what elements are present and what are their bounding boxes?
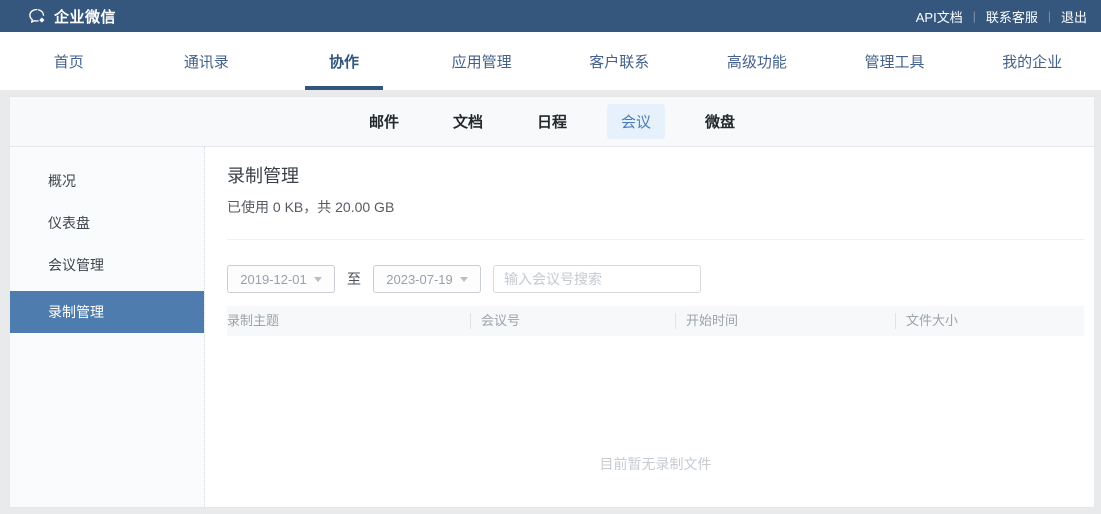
nav-item-admin-tools[interactable]: 管理工具 — [826, 32, 964, 90]
chevron-down-icon — [459, 276, 468, 282]
topbar-links: API文档 | 联系客服 | 退出 — [916, 7, 1087, 26]
nav-item-customer-contact[interactable]: 客户联系 — [551, 32, 689, 90]
logout-link[interactable]: 退出 — [1061, 7, 1087, 26]
table-header: 录制主题 会议号 开始时间 文件大小 — [227, 306, 1084, 336]
page-title: 录制管理 — [227, 166, 299, 186]
empty-state-text: 目前暂无录制文件 — [599, 456, 712, 472]
meeting-id-search-input[interactable] — [493, 265, 701, 293]
chevron-down-icon — [313, 276, 322, 282]
nav-item-collaboration[interactable]: 协作 — [275, 32, 413, 90]
column-header-meeting-id: 会议号 — [470, 313, 675, 329]
column-header-file-size: 文件大小 — [895, 313, 1084, 329]
tab-meeting[interactable]: 会议 — [607, 104, 666, 139]
tab-docs[interactable]: 文档 — [439, 104, 497, 139]
sidebar-item-meeting-management[interactable]: 会议管理 — [10, 244, 204, 286]
card-body: 概况 仪表盘 会议管理 录制管理 录制管理 已使用 0 KB，共 20.00 G… — [10, 147, 1094, 507]
divider — [227, 239, 1084, 240]
topbar: 企业微信 API文档 | 联系客服 | 退出 — [0, 0, 1101, 32]
nav-item-home[interactable]: 首页 — [0, 32, 138, 90]
sidebar-item-recording-management[interactable]: 录制管理 — [10, 291, 204, 333]
tab-mail[interactable]: 邮件 — [355, 104, 413, 139]
tab-drive[interactable]: 微盘 — [691, 104, 749, 139]
separator: | — [1047, 9, 1051, 23]
sidebar: 概况 仪表盘 会议管理 录制管理 — [10, 147, 205, 507]
content-card: 邮件 文档 日程 会议 微盘 概况 仪表盘 会议管理 录制管理 录制管理 已使用… — [10, 97, 1094, 507]
main-content: 录制管理 已使用 0 KB，共 20.00 GB 2019-12-01 至 20… — [205, 147, 1094, 507]
brand[interactable]: 企业微信 — [28, 6, 116, 27]
sidebar-item-dashboard[interactable]: 仪表盘 — [10, 202, 204, 244]
nav-item-contacts[interactable]: 通讯录 — [138, 32, 276, 90]
date-to-value: 2023-07-19 — [386, 271, 453, 287]
date-from-select[interactable]: 2019-12-01 — [227, 265, 335, 293]
filter-bar: 2019-12-01 至 2023-07-19 — [227, 265, 1084, 293]
date-range-to-label: 至 — [347, 271, 361, 287]
column-header-topic: 录制主题 — [227, 313, 280, 328]
sidebar-item-overview[interactable]: 概况 — [10, 160, 204, 202]
separator: | — [972, 9, 976, 23]
subnav-tabs: 邮件 文档 日程 会议 微盘 — [10, 97, 1094, 147]
tab-schedule[interactable]: 日程 — [523, 104, 581, 139]
column-header-start-time: 开始时间 — [675, 313, 895, 329]
main-nav: 首页 通讯录 协作 应用管理 客户联系 高级功能 管理工具 我的企业 — [0, 32, 1101, 90]
contact-support-link[interactable]: 联系客服 — [986, 7, 1038, 26]
date-from-value: 2019-12-01 — [240, 271, 307, 287]
storage-usage-text: 已使用 0 KB，共 20.00 GB — [227, 199, 395, 215]
nav-item-my-company[interactable]: 我的企业 — [963, 32, 1101, 90]
date-to-select[interactable]: 2023-07-19 — [373, 265, 481, 293]
brand-name: 企业微信 — [54, 8, 117, 26]
nav-item-app-management[interactable]: 应用管理 — [413, 32, 551, 90]
api-docs-link[interactable]: API文档 — [916, 7, 963, 26]
wework-logo-icon — [28, 7, 47, 26]
nav-item-advanced-features[interactable]: 高级功能 — [688, 32, 826, 90]
